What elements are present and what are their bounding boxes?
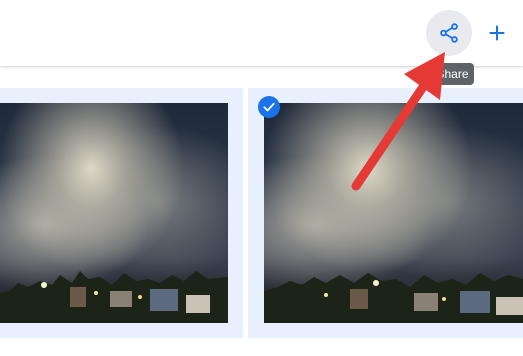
share-icon: [440, 23, 458, 43]
night-sky-photo[interactable]: [264, 103, 523, 323]
share-button[interactable]: [426, 10, 472, 56]
selected-check-icon[interactable]: [258, 96, 280, 118]
night-sky-photo[interactable]: [0, 103, 228, 323]
city-skyline: [0, 271, 228, 323]
plus-icon: [489, 25, 505, 41]
photo-tile[interactable]: [0, 88, 243, 338]
photo-tile-selected[interactable]: [248, 88, 523, 338]
share-tooltip: Share: [431, 63, 474, 85]
checkmark-icon: [263, 102, 275, 112]
city-skyline: [264, 273, 523, 323]
add-button[interactable]: [474, 10, 520, 56]
toolbar: [0, 0, 523, 66]
